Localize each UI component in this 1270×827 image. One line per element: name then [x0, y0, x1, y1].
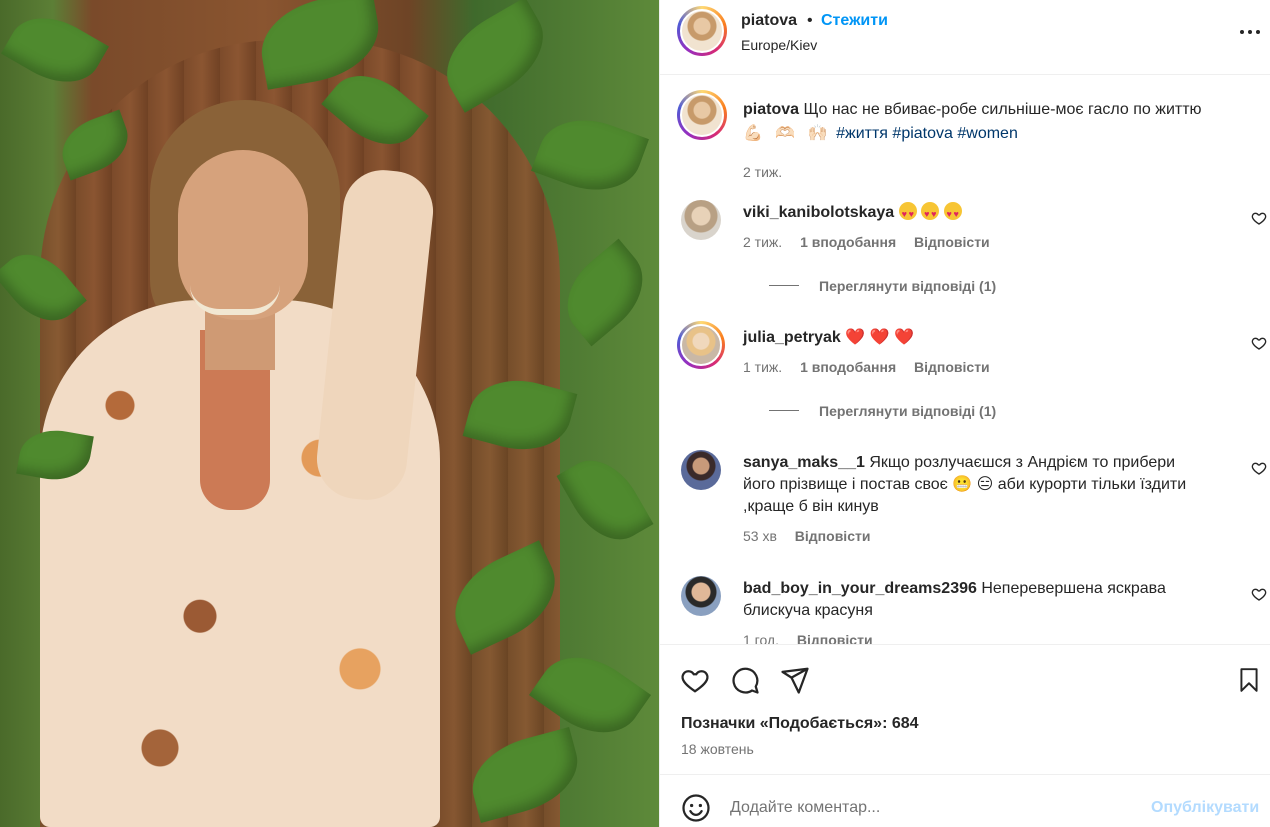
reply-button[interactable]: Відповісти	[914, 234, 990, 250]
author-avatar[interactable]	[677, 90, 727, 140]
comment-meta: 1 тиж. 1 вподобання Відповісти	[743, 359, 1004, 375]
likes-count[interactable]: Позначки «Подобається»: 684	[681, 715, 919, 733]
leaf-decoration	[1, 1, 109, 99]
comment-meta: 1 год. Відповісти	[743, 632, 887, 644]
commenter-avatar[interactable]	[681, 576, 721, 616]
comment-text: bad_boy_in_your_dreams2396 Неперевершена…	[743, 578, 1203, 622]
leaf-decoration	[531, 105, 649, 205]
post-photo	[0, 0, 659, 827]
comment-text: sanya_maks__1 Якщо розлучаєшся з Андрієм…	[743, 452, 1203, 518]
comment-text: viki_kanibolotskaya	[743, 202, 1203, 225]
leaf-decoration	[549, 238, 659, 347]
post-side-panel: piatova • Стежити Europe/Kiev piatova Що…	[659, 0, 1270, 827]
post-actions: Позначки «Подобається»: 684 18 жовтень	[660, 644, 1270, 774]
heart-icon[interactable]	[680, 665, 710, 695]
publish-button[interactable]: Опублікувати	[1151, 799, 1259, 817]
view-replies-button[interactable]: Переглянути відповіді (1)	[769, 278, 996, 294]
comment-time[interactable]: 2 тиж.	[743, 234, 782, 250]
comment-likes[interactable]: 1 вподобання	[800, 234, 896, 250]
comment-input[interactable]	[730, 793, 1130, 823]
caption-time[interactable]: 2 тиж.	[743, 164, 782, 180]
comment-icon[interactable]	[730, 665, 760, 695]
more-horizontal-icon[interactable]	[1238, 20, 1262, 44]
author-avatar[interactable]	[677, 6, 727, 56]
caption-emojis: 💪🏻 🫶🏻 🙌🏻	[743, 125, 832, 142]
post-header: piatova • Стежити Europe/Kiev	[660, 0, 1270, 75]
heart-icon[interactable]	[1251, 460, 1267, 476]
comments-list[interactable]: piatova Що нас не вбиває-робе сильніше-м…	[660, 76, 1270, 644]
comment-meta: 53 хв Відповісти	[743, 528, 884, 544]
reply-button[interactable]: Відповісти	[914, 359, 990, 375]
heart-icon[interactable]	[1251, 210, 1267, 226]
author-username[interactable]: piatova	[741, 12, 797, 30]
commenter-avatar[interactable]	[681, 200, 721, 240]
add-comment-bar: Опублікувати	[660, 774, 1270, 827]
caption-text: piatova Що нас не вбиває-робе сильніше-м…	[743, 98, 1253, 146]
caption-body: Що нас не вбиває-робе сильніше-моє гасло…	[803, 101, 1202, 118]
post-location[interactable]: Europe/Kiev	[741, 37, 817, 53]
caption-username[interactable]: piatova	[743, 101, 799, 118]
hashtag-link[interactable]: #piatova	[892, 125, 953, 142]
commenter-avatar[interactable]	[677, 321, 725, 369]
share-icon[interactable]	[780, 665, 810, 695]
comment-time[interactable]: 1 год.	[743, 632, 779, 644]
leaf-decoration	[556, 446, 654, 554]
separator-dot: •	[807, 12, 813, 29]
post-date[interactable]: 18 жовтень	[681, 741, 754, 757]
bookmark-icon[interactable]	[1236, 665, 1262, 695]
hashtag-link[interactable]: #життя	[836, 125, 888, 142]
comment-meta: 2 тиж. 1 вподобання Відповісти	[743, 234, 1004, 250]
comment-time[interactable]: 53 хв	[743, 528, 777, 544]
emoji-smile-icon[interactable]	[681, 793, 711, 823]
reply-button[interactable]: Відповісти	[795, 528, 871, 544]
reply-button[interactable]: Відповісти	[797, 632, 873, 644]
follow-button[interactable]: Стежити	[821, 12, 888, 30]
comment-likes[interactable]: 1 вподобання	[800, 359, 896, 375]
heart-eyes-emoji	[898, 202, 962, 225]
comment-text: julia_petryak ❤️ ❤️ ❤️	[743, 327, 1203, 349]
commenter-avatar[interactable]	[681, 450, 721, 490]
heart-icon[interactable]	[1251, 586, 1267, 602]
hearts-emoji: ❤️ ❤️ ❤️	[845, 329, 914, 346]
hashtag-link[interactable]: #women	[957, 125, 1017, 142]
heart-icon[interactable]	[1251, 335, 1267, 351]
commenter-username[interactable]: bad_boy_in_your_dreams2396	[743, 580, 977, 597]
commenter-username[interactable]: sanya_maks__1	[743, 454, 865, 471]
view-replies-button[interactable]: Переглянути відповіді (1)	[769, 403, 996, 419]
commenter-username[interactable]: julia_petryak	[743, 329, 841, 346]
commenter-username[interactable]: viki_kanibolotskaya	[743, 204, 894, 221]
comment-time[interactable]: 1 тиж.	[743, 359, 782, 375]
